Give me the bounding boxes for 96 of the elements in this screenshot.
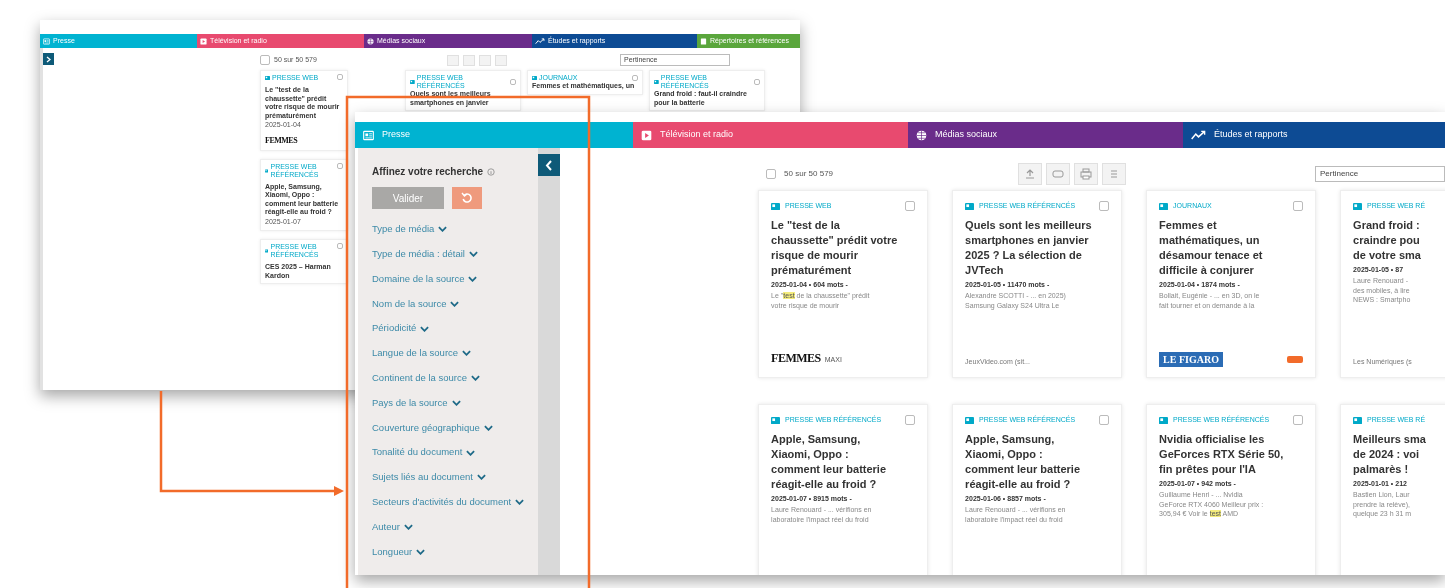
chevron-down-icon <box>420 325 430 332</box>
trend-line-icon <box>535 37 545 45</box>
select-checkbox[interactable] <box>337 74 343 80</box>
source-logo: LE FIGARO <box>1159 352 1223 367</box>
tag-icon <box>1052 168 1065 180</box>
newspaper-icon <box>654 80 659 84</box>
trend-line-icon <box>1191 129 1206 141</box>
newspaper-icon <box>1353 416 1363 424</box>
chevron-down-icon <box>451 399 461 406</box>
chevron-down-icon <box>466 449 476 456</box>
newspaper-icon <box>532 76 537 80</box>
result-count: 50 sur 50 579 <box>784 168 834 180</box>
select-checkbox[interactable] <box>905 415 916 426</box>
play-icon <box>641 129 652 141</box>
select-checkbox[interactable] <box>766 169 777 179</box>
filter-toggle[interactable]: Continent de la source <box>372 365 481 391</box>
collapse-panel-button[interactable] <box>538 154 561 176</box>
chevron-down-icon <box>476 474 486 481</box>
undo-icon <box>461 192 473 204</box>
newspaper-icon <box>965 416 975 424</box>
newspaper-icon <box>771 416 781 424</box>
globe-icon <box>916 129 927 141</box>
filter-toggle[interactable]: Domaine de la source <box>372 266 478 292</box>
card-title: Apple, Samsung, Xiaomi, Oppo : comment leur batterie réagit-elle au froid ? <box>771 431 888 492</box>
select-checkbox[interactable] <box>510 79 516 85</box>
category-tab[interactable]: Études et rapports <box>1183 122 1445 148</box>
select-checkbox[interactable] <box>1099 415 1110 426</box>
chevron-right-icon <box>46 55 51 63</box>
card-title: Nvidia officialise les GeForces RTX Série 50, fin prêtes pour l'IA <box>1159 431 1285 477</box>
chevron-down-icon <box>468 251 478 258</box>
select-checkbox[interactable] <box>1293 415 1304 426</box>
newspaper-icon <box>771 202 781 210</box>
newspaper-icon <box>265 76 270 80</box>
select-checkbox[interactable] <box>1099 201 1110 212</box>
card-title: Grand froid : craindre pou de votre sma <box>1353 217 1422 263</box>
validate-button[interactable]: Valider <box>372 187 444 209</box>
newspaper-icon <box>265 168 269 173</box>
newspaper-icon <box>965 202 975 210</box>
filter-toggle[interactable]: Périodicité <box>372 316 430 341</box>
filter-toggle[interactable]: Longueur <box>372 539 426 565</box>
select-checkbox[interactable] <box>754 79 760 85</box>
source-logo: FEMMES <box>771 350 821 367</box>
newspaper-icon <box>1159 202 1169 210</box>
printer-icon <box>1080 168 1093 180</box>
select-checkbox[interactable] <box>337 162 343 169</box>
play-icon <box>200 37 207 45</box>
card-title: Apple, Samsung, Xiaomi, Oppo : comment leur batterie réagit-elle au froid ? <box>965 431 1082 492</box>
select-checkbox[interactable] <box>905 201 916 212</box>
source-logo: FEMMES <box>265 134 299 147</box>
newspaper-icon <box>265 249 269 253</box>
filter-toggle[interactable]: Sujets liés au document <box>372 464 486 490</box>
status-tag <box>1287 356 1304 363</box>
filter-toggle[interactable]: Type de média <box>372 217 448 242</box>
filter-toggle[interactable]: Langue de la source <box>372 341 472 366</box>
reset-button[interactable] <box>452 187 482 209</box>
chevron-down-icon <box>483 424 493 431</box>
category-tab[interactable]: Presse <box>355 122 633 148</box>
card-title: Femmes et mathématiques, un désamour tenace et difficile à conjurer <box>1159 217 1264 278</box>
sort-dropdown[interactable]: Pertinence <box>1315 166 1445 182</box>
select-checkbox[interactable] <box>260 55 270 65</box>
newspaper-icon <box>363 129 374 141</box>
filter-toggle[interactable]: Tonalité du document <box>372 440 476 465</box>
panel-title: Affinez votre recherche <box>372 165 484 179</box>
chevron-down-icon <box>438 226 448 233</box>
select-checkbox[interactable] <box>632 75 638 81</box>
category-tab[interactable]: Médias sociaux <box>908 122 1183 148</box>
filter-toggle[interactable]: Nom de la source <box>372 291 460 317</box>
card-title: Quels sont les meilleurs smartphones en janvier 2025 ? La sélection de JVTech <box>965 217 1093 278</box>
select-checkbox[interactable] <box>1293 201 1304 212</box>
result-card[interactable] <box>952 190 1123 378</box>
chevron-down-icon <box>462 350 472 357</box>
upload-icon <box>1024 168 1037 180</box>
filter-toggle[interactable]: Auteur <box>372 514 413 540</box>
category-tab[interactable]: Télévision et radio <box>633 122 908 148</box>
newspaper-icon <box>43 37 50 45</box>
chevron-down-icon <box>468 276 478 282</box>
chevron-down-icon <box>450 300 460 307</box>
expand-panel-button[interactable] <box>43 53 54 65</box>
filter-toggle[interactable]: Couverture géographique <box>372 415 493 441</box>
filter-toggle[interactable]: Pays de la source <box>372 390 461 416</box>
chevron-left-icon <box>545 159 554 171</box>
select-checkbox[interactable] <box>337 243 343 249</box>
chevron-down-icon <box>515 499 525 506</box>
globe-icon <box>367 37 374 45</box>
info-icon <box>487 167 496 176</box>
newspaper-icon <box>1353 202 1363 210</box>
chevron-down-icon <box>404 523 413 530</box>
filter-toggle[interactable]: Secteurs d'activités du document <box>372 489 525 515</box>
newspaper-icon <box>1159 416 1169 424</box>
chevron-down-icon <box>471 375 481 382</box>
newspaper-icon <box>410 80 415 84</box>
book-icon <box>700 37 707 45</box>
card-title: Le "test de la chaussette" prédit votre risque de mourir prématurément <box>771 217 899 278</box>
card-title: Meilleurs sma de 2024 : voi palmarès ! <box>1353 431 1427 477</box>
filter-toggle[interactable]: Type de média : détail <box>372 241 478 267</box>
chevron-down-icon <box>416 548 426 555</box>
